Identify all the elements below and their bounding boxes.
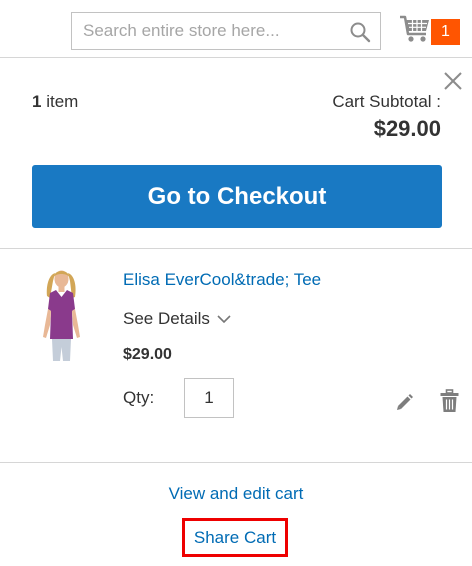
checkout-button[interactable]: Go to Checkout bbox=[32, 165, 442, 228]
share-cart-link[interactable]: Share Cart bbox=[182, 518, 288, 557]
close-icon[interactable] bbox=[441, 69, 465, 93]
search-box bbox=[71, 12, 381, 50]
divider bbox=[0, 248, 472, 249]
see-details-label: See Details bbox=[123, 309, 210, 328]
search-input[interactable] bbox=[72, 13, 342, 49]
trash-icon[interactable] bbox=[440, 389, 459, 413]
divider bbox=[0, 462, 472, 463]
page-header: 1 bbox=[0, 0, 472, 58]
cart-counter-badge[interactable]: 1 bbox=[431, 19, 460, 45]
see-details-toggle[interactable]: See Details bbox=[123, 309, 231, 329]
items-total: 1 item bbox=[32, 92, 78, 112]
search-icon[interactable] bbox=[349, 21, 371, 43]
items-label: item bbox=[46, 92, 79, 111]
subtotal-price: $29.00 bbox=[373, 116, 441, 141]
minicart-dropdown: 1 item Cart Subtotal : $29.00 Go to Chec… bbox=[0, 58, 472, 566]
chevron-down-icon bbox=[217, 315, 231, 323]
items-count: 1 bbox=[32, 92, 42, 111]
qty-input[interactable] bbox=[184, 378, 234, 418]
product-name-link[interactable]: Elisa EverCool&trade; Tee bbox=[123, 270, 321, 290]
item-price: $29.00 bbox=[123, 346, 172, 363]
pencil-icon[interactable] bbox=[395, 392, 415, 412]
view-edit-cart-link[interactable]: View and edit cart bbox=[0, 484, 472, 504]
product-image[interactable] bbox=[32, 267, 92, 363]
cart-icon[interactable] bbox=[399, 14, 431, 44]
subtotal-label: Cart Subtotal : bbox=[332, 92, 441, 111]
qty-label: Qty: bbox=[123, 388, 155, 407]
